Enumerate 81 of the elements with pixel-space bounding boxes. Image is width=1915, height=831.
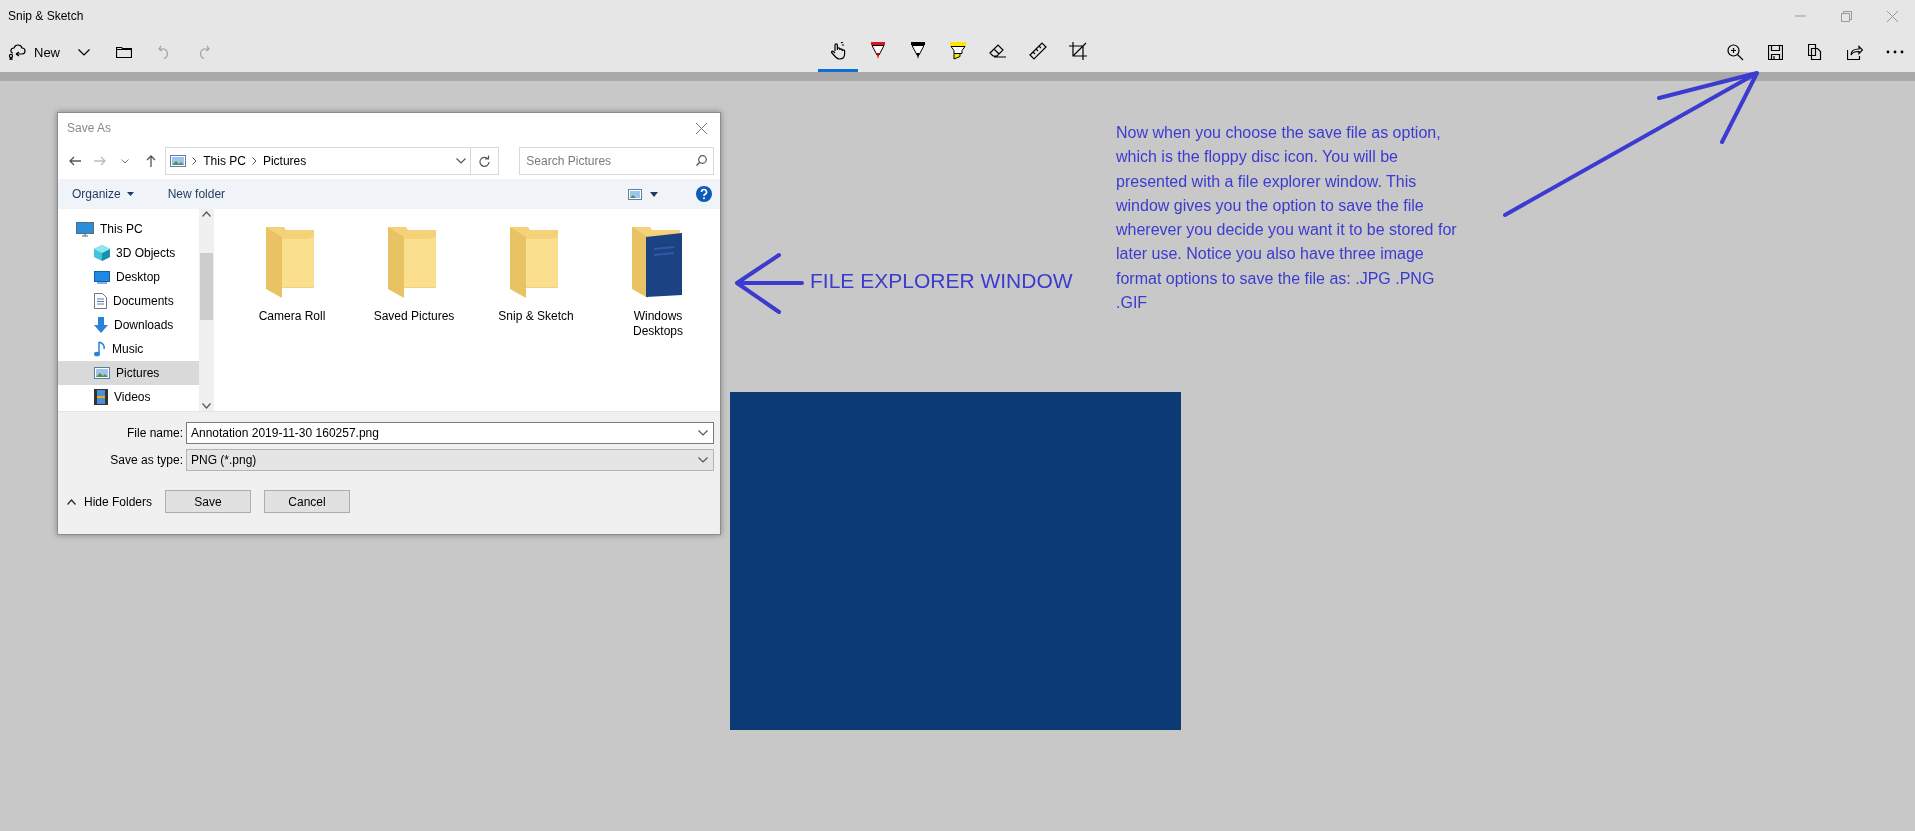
pictures-icon bbox=[94, 367, 110, 379]
computer-icon bbox=[76, 221, 94, 237]
scrollbar[interactable] bbox=[199, 209, 214, 411]
caret-icon bbox=[126, 192, 134, 196]
breadcrumb-item[interactable]: Pictures bbox=[262, 154, 307, 168]
folder-tree-item[interactable]: Music bbox=[58, 337, 199, 361]
share-icon bbox=[1847, 44, 1863, 60]
scroll-up-button[interactable] bbox=[202, 211, 211, 217]
download-icon bbox=[94, 317, 108, 333]
minimize-icon bbox=[1794, 15, 1806, 17]
close-icon bbox=[695, 122, 707, 134]
close-icon bbox=[1886, 10, 1898, 22]
chevron-down-icon bbox=[698, 430, 708, 436]
highlighter-icon bbox=[949, 41, 966, 60]
hide-folders-button[interactable]: Hide Folders bbox=[67, 494, 153, 509]
folder-tree-item[interactable]: Pictures bbox=[58, 361, 199, 385]
folder-tree-item[interactable]: 3D Objects bbox=[58, 241, 199, 265]
annotation-text: Now when you choose the save file as option, which is the floppy disc icon. You will be presented with a file explorer window. This window gives you the option to save the file wherever you decide you want it to be stored for later use. Notice you also have three image format options to save the file as: .JPG .PNG .GIF bbox=[1116, 123, 1458, 314]
command-button[interactable]: New folder bbox=[161, 187, 232, 201]
folder-tree-item[interactable]: Videos bbox=[58, 385, 199, 409]
folder-item[interactable]: Saved Pictures bbox=[353, 223, 475, 324]
file-name-field[interactable]: Annotation 2019-11-30 160257.png bbox=[186, 422, 714, 444]
annotation-label: FILE EXPLORER WINDOW bbox=[810, 269, 1073, 293]
view-options-button[interactable] bbox=[628, 188, 658, 200]
pencil-icon bbox=[910, 41, 925, 60]
address-bar[interactable]: This PC Pictures bbox=[165, 147, 472, 175]
folder-item[interactable]: Snip & Sketch bbox=[475, 223, 597, 324]
search-field[interactable]: Search Pictures bbox=[519, 147, 714, 175]
music-icon bbox=[94, 341, 106, 357]
chevron-up-icon bbox=[67, 498, 76, 505]
chevron-right-icon bbox=[251, 157, 257, 165]
document-icon bbox=[94, 293, 107, 309]
desktop-icon bbox=[94, 270, 110, 284]
zoom-in-icon bbox=[1726, 43, 1744, 61]
search-icon bbox=[696, 155, 707, 166]
crop-icon bbox=[1068, 41, 1087, 60]
new-snip-button[interactable]: New bbox=[4, 34, 64, 70]
chevron-down-icon bbox=[202, 403, 211, 409]
cube-icon bbox=[94, 245, 110, 261]
forward-arrow-icon bbox=[93, 156, 106, 166]
window-title: Snip & Sketch bbox=[7, 9, 84, 23]
up-arrow-icon bbox=[145, 155, 156, 167]
refresh-icon bbox=[479, 155, 491, 167]
command-button[interactable]: Organize bbox=[66, 187, 140, 201]
caret-icon bbox=[650, 191, 658, 197]
field-label: Save as type: bbox=[109, 453, 184, 467]
save-button[interactable]: Save bbox=[165, 490, 252, 513]
dialog-title: Save As bbox=[67, 121, 112, 135]
scroll-down-button[interactable] bbox=[202, 403, 211, 409]
folder-tree-item[interactable]: Downloads bbox=[58, 313, 199, 337]
chevron-right-icon bbox=[192, 157, 198, 165]
restore-icon bbox=[1840, 10, 1852, 22]
back-arrow-icon bbox=[68, 156, 81, 166]
arrow bbox=[735, 253, 804, 314]
folder-tree-item[interactable]: Documents bbox=[58, 289, 199, 313]
film-icon bbox=[94, 389, 108, 405]
chevron-up-icon bbox=[202, 211, 211, 217]
pictures-icon bbox=[170, 155, 187, 167]
ruler-icon bbox=[1028, 41, 1047, 60]
copy-icon bbox=[1808, 44, 1822, 60]
chevron-down-icon bbox=[698, 457, 708, 463]
chevron-down-icon bbox=[456, 158, 467, 164]
cancel-button[interactable]: Cancel bbox=[264, 490, 351, 513]
help-button[interactable] bbox=[696, 186, 712, 202]
field-label: File name: bbox=[125, 426, 184, 440]
folder-tree-item[interactable]: Desktop bbox=[58, 265, 199, 289]
folder-item[interactable]: Windows Desktops bbox=[597, 223, 719, 339]
chevron-down-icon bbox=[121, 158, 130, 164]
folder-tree-item[interactable]: This PC bbox=[58, 217, 199, 241]
save-icon bbox=[1767, 44, 1783, 60]
eraser-icon bbox=[988, 42, 1007, 59]
view-icon bbox=[628, 188, 642, 200]
help-icon bbox=[696, 186, 712, 202]
hand-icon bbox=[829, 41, 846, 60]
refresh-button[interactable] bbox=[471, 147, 500, 175]
more-icon bbox=[1886, 50, 1904, 54]
breadcrumb-item[interactable]: This PC bbox=[203, 154, 246, 168]
folder-item[interactable]: Camera Roll bbox=[231, 223, 353, 324]
file-type-dropdown[interactable]: PNG (*.png) bbox=[186, 449, 714, 471]
pen-icon bbox=[870, 41, 885, 60]
scroll-thumb[interactable] bbox=[200, 253, 213, 320]
